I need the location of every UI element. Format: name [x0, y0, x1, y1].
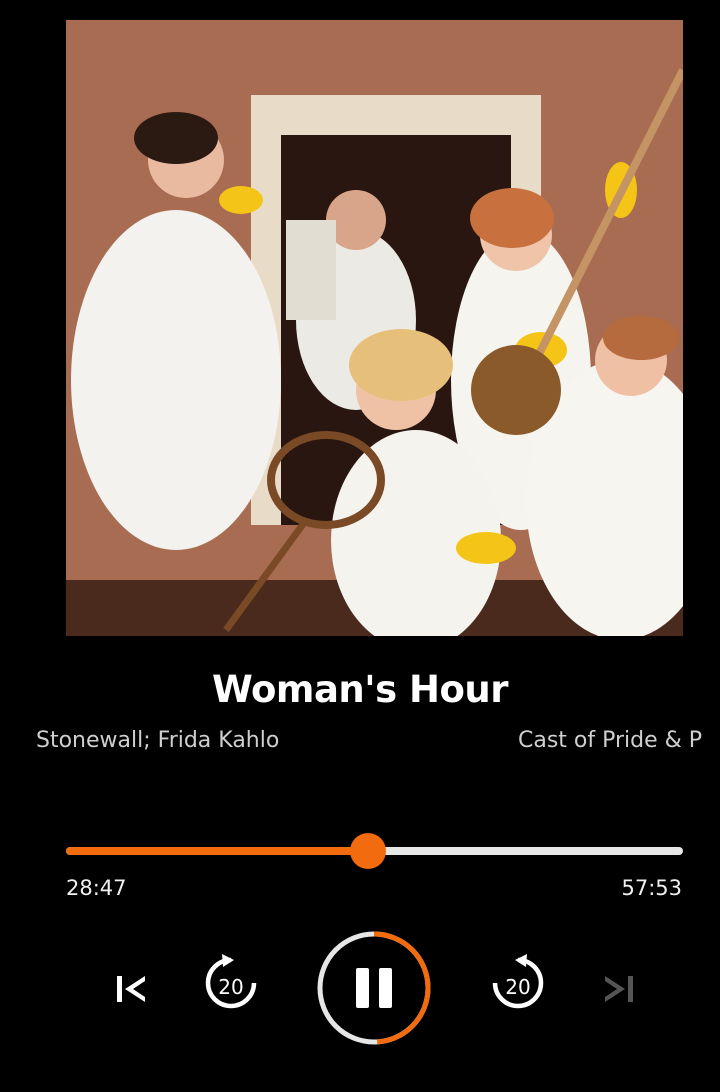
rewind-20-icon: 20 — [205, 954, 257, 1009]
marquee-text: Stonewall; Frida Kahlo — [36, 728, 280, 753]
elapsed-time: 28:47 — [66, 876, 127, 900]
pause-icon — [317, 931, 431, 1045]
pause-button[interactable] — [316, 930, 432, 1046]
seek-bar[interactable] — [66, 833, 683, 869]
total-duration: 57:53 — [621, 876, 682, 900]
rewind-button[interactable]: 20 — [198, 950, 264, 1016]
skip-next-icon — [605, 976, 633, 1002]
artwork-image — [66, 20, 683, 636]
marquee-text-next: Cast of Pride & P — [518, 728, 703, 753]
seek-fill — [66, 847, 369, 855]
skip-back-icon — [117, 976, 145, 1002]
rewind-seconds-label: 20 — [218, 975, 243, 999]
episode-description-marquee: Stonewall; Frida Kahlo Cast of Pride & P — [0, 726, 720, 760]
skip-to-start-button[interactable] — [108, 962, 154, 1016]
skip-next-button[interactable] — [596, 962, 642, 1016]
forward-seconds-label: 20 — [505, 975, 530, 999]
episode-title: Woman's Hour — [212, 668, 508, 711]
seek-thumb[interactable] — [350, 833, 387, 869]
forward-button[interactable]: 20 — [485, 950, 551, 1016]
forward-20-icon: 20 — [492, 954, 544, 1009]
episode-artwork — [66, 20, 683, 636]
